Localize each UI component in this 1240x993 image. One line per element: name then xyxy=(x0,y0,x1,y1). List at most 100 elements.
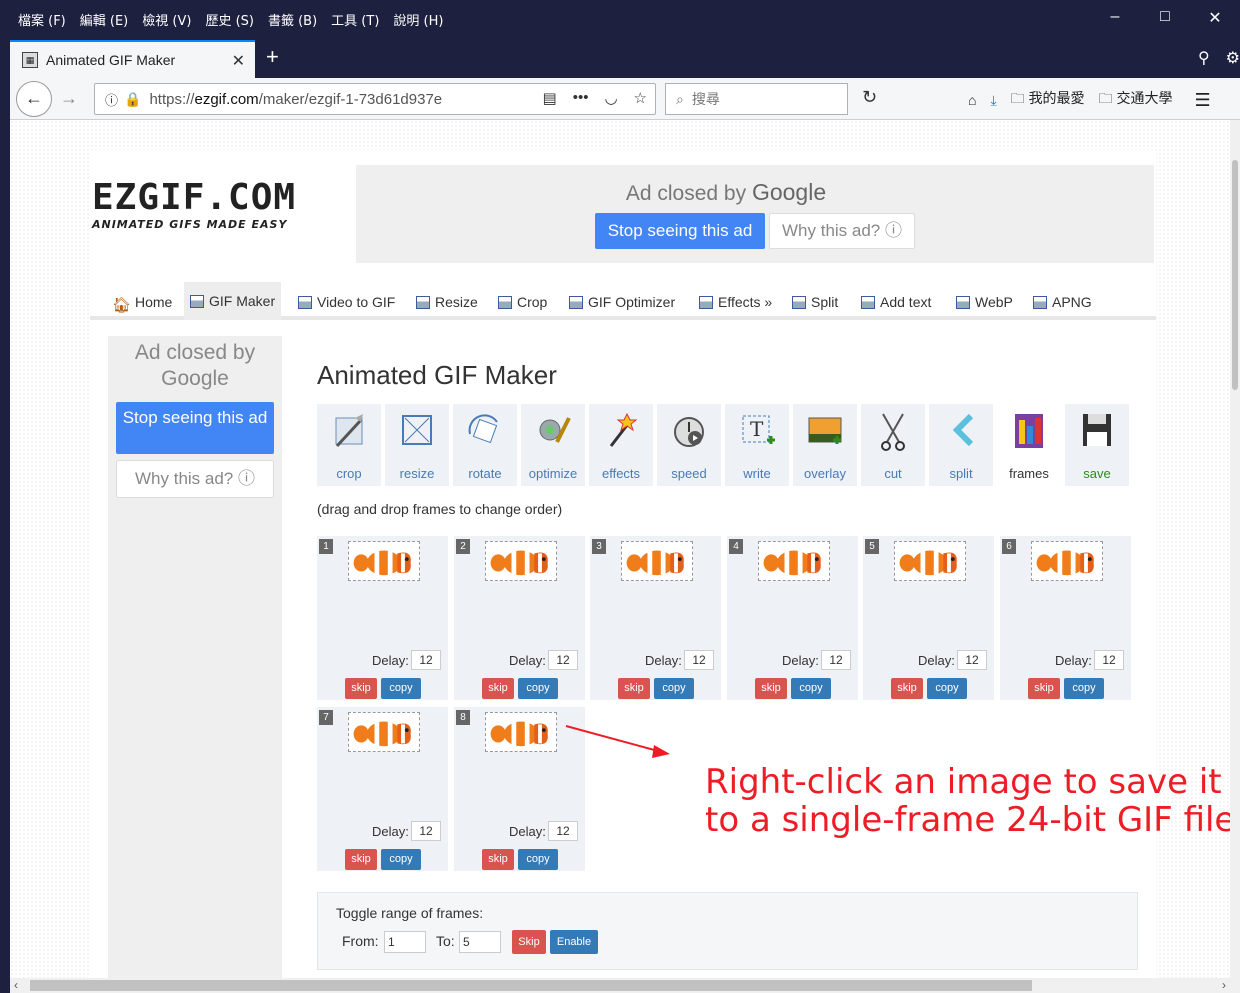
tool-speed[interactable]: speed xyxy=(657,404,721,486)
frame-card[interactable]: 2 Delay: 12 skip copy xyxy=(454,536,585,700)
delay-input[interactable]: 12 xyxy=(821,650,851,670)
frame-card[interactable]: 4 Delay: 12 skip copy xyxy=(727,536,858,700)
from-input[interactable]: 1 xyxy=(384,931,426,953)
search-bar[interactable]: ⌕ 搜尋 xyxy=(665,83,848,115)
frame-image[interactable] xyxy=(485,541,557,581)
range-skip-button[interactable]: Skip xyxy=(512,930,546,954)
tool-split[interactable]: split xyxy=(929,404,993,486)
frame-skip-button[interactable]: skip xyxy=(755,678,787,699)
frame-image[interactable] xyxy=(348,541,420,581)
ezgif-logo[interactable]: EZGIF.COM ANIMATED GIFS MADE EASY xyxy=(92,180,352,232)
nav-apng[interactable]: APNG xyxy=(1033,288,1092,316)
delay-input[interactable]: 12 xyxy=(548,821,578,841)
tool-cut[interactable]: cut xyxy=(861,404,925,486)
frame-card[interactable]: 6 Delay: 12 skip copy xyxy=(1000,536,1131,700)
reader-view-icon[interactable]: ▤ xyxy=(543,89,557,107)
new-tab-icon[interactable]: + xyxy=(266,44,279,70)
horizontal-scroll-thumb[interactable] xyxy=(30,980,1032,991)
vertical-scrollbar[interactable] xyxy=(1230,120,1240,978)
menu-file[interactable]: 檔案 (F) xyxy=(18,10,66,29)
reload-icon[interactable]: ↻ xyxy=(862,87,877,108)
frame-skip-button[interactable]: skip xyxy=(345,849,377,870)
url-bar[interactable]: ⓘ 🔒 https://ezgif.com/maker/ezgif-1-73d6… xyxy=(94,83,656,115)
pocket-icon[interactable]: ◡ xyxy=(604,89,617,107)
to-input[interactable]: 5 xyxy=(459,931,501,953)
frame-copy-button[interactable]: copy xyxy=(927,678,967,699)
nav-gif-maker[interactable]: GIF Maker xyxy=(184,282,282,320)
menu-history[interactable]: 歷史 (S) xyxy=(205,10,254,29)
home-icon[interactable]: ⌂ xyxy=(968,92,976,108)
scroll-left-icon[interactable]: ‹ xyxy=(14,978,18,992)
bookmark-star-icon[interactable]: ☆ xyxy=(634,89,647,107)
scroll-right-icon[interactable]: › xyxy=(1222,978,1226,992)
maximize-icon[interactable]: □ xyxy=(1140,8,1190,28)
tool-effects[interactable]: effects xyxy=(589,404,653,486)
frame-copy-button[interactable]: copy xyxy=(654,678,694,699)
side-ad-stop-button[interactable]: Stop seeing this ad xyxy=(116,402,274,454)
top-ad-stop-button[interactable]: Stop seeing this ad xyxy=(595,213,765,249)
delay-input[interactable]: 12 xyxy=(684,650,714,670)
frame-image[interactable] xyxy=(348,712,420,752)
tool-overlay[interactable]: overlay xyxy=(793,404,857,486)
tool-optimize[interactable]: optimize xyxy=(521,404,585,486)
vertical-scroll-thumb[interactable] xyxy=(1232,160,1238,390)
frame-skip-button[interactable]: skip xyxy=(482,849,514,870)
nav-video-to-gif[interactable]: Video to GIF xyxy=(298,288,395,316)
delay-input[interactable]: 12 xyxy=(411,821,441,841)
frame-image[interactable] xyxy=(485,712,557,752)
side-ad-why-button[interactable]: Why this ad? ⓘ xyxy=(116,460,274,498)
frame-skip-button[interactable]: skip xyxy=(1028,678,1060,699)
delay-input[interactable]: 12 xyxy=(411,650,441,670)
frame-card[interactable]: 3 Delay: 12 skip copy xyxy=(590,536,721,700)
bookmark-folder-favorites[interactable]: 🗀 我的最愛 xyxy=(1011,88,1085,112)
tool-resize[interactable]: resize xyxy=(385,404,449,486)
frame-copy-button[interactable]: copy xyxy=(518,849,558,870)
menu-tools[interactable]: 工具 (T) xyxy=(331,10,379,29)
back-icon[interactable]: ← xyxy=(16,81,52,117)
nav-resize[interactable]: Resize xyxy=(416,288,478,316)
delay-input[interactable]: 12 xyxy=(548,650,578,670)
frame-skip-button[interactable]: skip xyxy=(618,678,650,699)
nav-effects[interactable]: Effects » xyxy=(699,288,772,316)
frame-card[interactable]: 1 Delay: 12 skip copy xyxy=(317,536,448,700)
frame-copy-button[interactable]: copy xyxy=(518,678,558,699)
frame-image[interactable] xyxy=(894,541,966,581)
forward-icon[interactable]: → xyxy=(60,88,78,109)
frame-skip-button[interactable]: skip xyxy=(482,678,514,699)
nav-home[interactable]: 🏠︎ Home xyxy=(112,288,172,316)
menu-help[interactable]: 說明 (H) xyxy=(393,10,443,29)
frame-image[interactable] xyxy=(621,541,693,581)
nav-add-text[interactable]: Add text xyxy=(861,288,931,316)
menu-edit[interactable]: 編輯 (E) xyxy=(80,10,129,29)
bookmark-folder-university[interactable]: 🗀 交通大學 xyxy=(1099,88,1173,112)
hamburger-menu-icon[interactable]: ☰ xyxy=(1194,90,1210,111)
frame-card[interactable]: 8 Delay: 12 skip copy xyxy=(454,707,585,871)
nav-split[interactable]: Split xyxy=(792,288,838,316)
close-tab-icon[interactable]: ✕ xyxy=(232,51,245,71)
nav-webp[interactable]: WebP xyxy=(956,288,1013,316)
tool-save[interactable]: save xyxy=(1065,404,1129,486)
range-enable-button[interactable]: Enable xyxy=(550,930,598,954)
nav-gif-optimizer[interactable]: GIF Optimizer xyxy=(569,288,675,316)
delay-input[interactable]: 12 xyxy=(957,650,987,670)
frame-skip-button[interactable]: skip xyxy=(345,678,377,699)
menu-bookmarks[interactable]: 書籤 (B) xyxy=(268,10,317,29)
frame-copy-button[interactable]: copy xyxy=(381,849,421,870)
url-text[interactable]: https://ezgif.com/maker/ezgif-1-73d61d93… xyxy=(149,91,479,108)
frame-image[interactable] xyxy=(758,541,830,581)
tab-animated-gif-maker[interactable]: ▦ Animated GIF Maker ✕ xyxy=(10,40,255,78)
settings-gear-icon[interactable]: ⚙ xyxy=(1226,48,1240,68)
frame-card[interactable]: 7 Delay: 12 skip copy xyxy=(317,707,448,871)
menu-view[interactable]: 檢視 (V) xyxy=(142,10,191,29)
frame-image[interactable] xyxy=(1031,541,1103,581)
page-actions-icon[interactable]: ••• xyxy=(573,89,589,107)
frame-card[interactable]: 5 Delay: 12 skip copy xyxy=(863,536,994,700)
frame-copy-button[interactable]: copy xyxy=(381,678,421,699)
search-input[interactable]: 搜尋 xyxy=(692,89,720,109)
pin-icon[interactable]: ⚲ xyxy=(1198,48,1210,68)
frame-copy-button[interactable]: copy xyxy=(791,678,831,699)
tool-frames[interactable]: frames xyxy=(997,404,1061,486)
frame-skip-button[interactable]: skip xyxy=(891,678,923,699)
minimize-icon[interactable]: – xyxy=(1090,8,1140,28)
download-icon[interactable]: ⤓ xyxy=(990,92,996,109)
